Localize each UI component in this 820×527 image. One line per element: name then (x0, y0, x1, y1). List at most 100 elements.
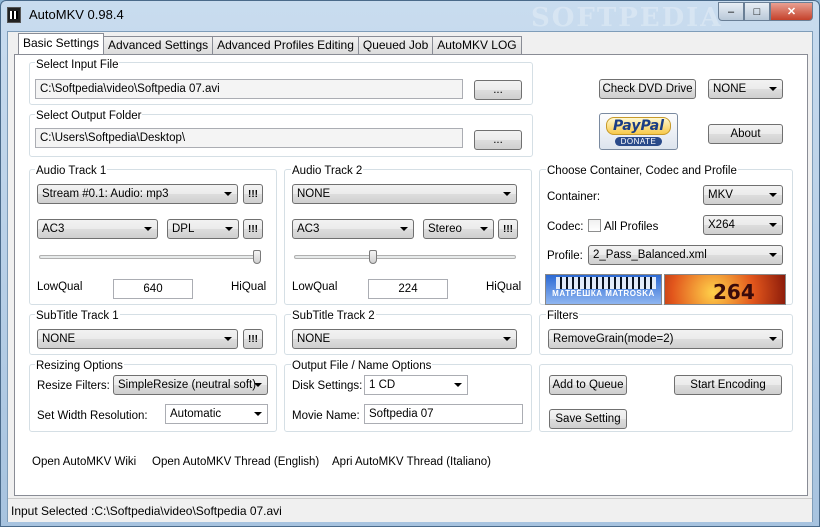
subtitle-1-select[interactable]: NONE (37, 329, 238, 349)
audio-2-codec-value: AC3 (297, 223, 320, 235)
codec-select[interactable]: X264 (703, 215, 783, 235)
audio-1-high-label: HiQual (231, 281, 267, 293)
output-name-label: Output File / Name Options (291, 360, 433, 372)
chevron-down-icon (224, 192, 232, 196)
output-folder-label: Select Output Folder (35, 110, 143, 122)
movie-name-label: Movie Name: (292, 410, 360, 422)
profile-select[interactable]: 2_Pass_Balanced.xml (588, 245, 783, 265)
matroska-logo: МАТРЁШКА MATROSKA (545, 274, 662, 305)
audio-2-bitrate-field[interactable]: 224 (368, 279, 448, 299)
dvd-drive-value: NONE (713, 83, 747, 95)
filters-select[interactable]: RemoveGrain(mode=2) (548, 329, 783, 349)
minimize-button[interactable]: – (718, 2, 744, 21)
resize-filters-label: Resize Filters: (37, 380, 110, 392)
audio-2-low-label: LowQual (292, 281, 338, 293)
audio-1-stream-select[interactable]: Stream #0.1: Audio: mp3 (37, 184, 238, 204)
donate-label: DONATE (614, 137, 663, 146)
browse-input-button[interactable]: ... (474, 80, 522, 100)
subtitle-1-value: NONE (42, 333, 76, 345)
start-encoding-button[interactable]: Start Encoding (674, 375, 782, 395)
audio-1-bitrate-field[interactable]: 640 (113, 279, 193, 299)
subtitle-2-select[interactable]: NONE (292, 329, 517, 349)
automkv-thread-english-link[interactable]: Open AutoMKV Thread (English) (152, 456, 319, 468)
subtitle-1-alert-button[interactable]: !!! (243, 329, 263, 349)
codec-label: Codec: (547, 221, 584, 233)
chevron-down-icon (454, 383, 462, 387)
audio-1-mode-select[interactable]: DPL (167, 219, 239, 239)
audio-1-codec-value: AC3 (42, 223, 65, 235)
input-file-label: Select Input File (35, 59, 120, 71)
container-label: Container: (547, 191, 601, 203)
chevron-down-icon (769, 337, 777, 341)
audio-2-slider-thumb[interactable] (368, 250, 377, 264)
matroska-logo-text: МАТРЁШКА MATROSKA (552, 289, 655, 298)
audio-2-mode-select[interactable]: Stereo (423, 219, 494, 239)
browse-output-button[interactable]: ... (474, 130, 522, 150)
tab-advanced-profiles-editing[interactable]: Advanced Profiles Editing (212, 36, 359, 54)
title-bar[interactable]: AutoMKV 0.98.4 SOFTPEDIA – □ ✕ (1, 1, 819, 33)
width-resolution-label: Set Width Resolution: (37, 410, 148, 422)
audio-1-quality-slider[interactable] (39, 255, 261, 259)
movie-name-field[interactable]: Softpedia 07 (364, 404, 523, 424)
chevron-down-icon (769, 223, 777, 227)
resize-filter-select[interactable]: SimpleResize (neutral soft) (113, 375, 268, 395)
chevron-down-icon (769, 253, 777, 257)
audio-2-stream-select[interactable]: NONE (292, 184, 517, 204)
tab-basic-settings[interactable]: Basic Settings (18, 33, 105, 54)
tab-advanced-settings[interactable]: Advanced Settings (103, 36, 214, 54)
chevron-down-icon (225, 227, 233, 231)
width-resolution-value: Automatic (170, 408, 222, 420)
subtitle-track-2-label: SubTitle Track 2 (291, 310, 376, 322)
all-profiles-checkbox[interactable] (588, 219, 601, 232)
audio-2-high-label: HiQual (486, 281, 522, 293)
audio-2-stream-value: NONE (297, 188, 331, 200)
paypal-donate-button[interactable]: PayPal DONATE (599, 113, 678, 150)
subtitle-2-value: NONE (297, 333, 331, 345)
audio-2-quality-slider[interactable] (294, 255, 516, 259)
all-profiles-label: All Profiles (604, 221, 659, 233)
basic-settings-page: Select Input File C:\Softpedia\video\Sof… (14, 54, 808, 496)
audio-2-mode-value: Stereo (428, 223, 462, 235)
close-button[interactable]: ✕ (770, 2, 813, 21)
container-codec-label: Choose Container, Codec and Profile (546, 165, 738, 177)
x264-logo-text: 264 (713, 280, 755, 304)
audio-2-codec-select[interactable]: AC3 (292, 219, 414, 239)
width-resolution-select[interactable]: Automatic (165, 404, 268, 424)
app-icon[interactable] (7, 7, 21, 23)
output-folder-field[interactable]: C:\Users\Softpedia\Desktop\ (35, 128, 463, 148)
matroska-pattern (556, 277, 656, 289)
app-window: AutoMKV 0.98.4 SOFTPEDIA – □ ✕ Basic Set… (0, 0, 820, 527)
audio-1-alert-button[interactable]: !!! (243, 184, 263, 204)
maximize-button[interactable]: □ (744, 2, 770, 21)
codec-value: X264 (708, 219, 735, 231)
dvd-drive-select[interactable]: NONE (708, 79, 783, 99)
automkv-thread-italiano-link[interactable]: Apri AutoMKV Thread (Italiano) (332, 456, 491, 468)
disk-settings-select[interactable]: 1 CD (364, 375, 468, 395)
tab-automkv-log[interactable]: AutoMKV LOG (432, 36, 522, 54)
tab-queued-job[interactable]: Queued Job (357, 36, 434, 54)
resize-filter-value: SimpleResize (neutral soft) (118, 379, 257, 391)
audio-1-mode-alert-button[interactable]: !!! (243, 219, 263, 239)
audio-track-2-label: Audio Track 2 (291, 165, 364, 177)
chevron-down-icon (503, 337, 511, 341)
filters-label: Filters (546, 310, 580, 322)
audio-1-slider-thumb[interactable] (253, 250, 261, 264)
profile-value: 2_Pass_Balanced.xml (593, 249, 707, 261)
audio-1-codec-select[interactable]: AC3 (37, 219, 158, 239)
add-to-queue-button[interactable]: Add to Queue (549, 375, 627, 395)
container-select[interactable]: MKV (703, 185, 783, 205)
audio-1-stream-value: Stream #0.1: Audio: mp3 (42, 188, 169, 200)
profile-label: Profile: (547, 250, 583, 262)
about-button[interactable]: About (708, 124, 783, 144)
container-value: MKV (708, 189, 733, 201)
audio-2-alert-button[interactable]: !!! (498, 219, 518, 239)
disk-settings-label: Disk Settings: (292, 380, 363, 392)
check-dvd-drive-button[interactable]: Check DVD Drive (599, 79, 696, 99)
client-area: Basic Settings Advanced Settings Advance… (7, 31, 813, 522)
chevron-down-icon (254, 383, 262, 387)
chevron-down-icon (769, 87, 777, 91)
save-setting-button[interactable]: Save Setting (549, 409, 627, 429)
input-file-field[interactable]: C:\Softpedia\video\Softpedia 07.avi (35, 79, 463, 99)
automkv-wiki-link[interactable]: Open AutoMKV Wiki (32, 456, 136, 468)
chevron-down-icon (769, 193, 777, 197)
